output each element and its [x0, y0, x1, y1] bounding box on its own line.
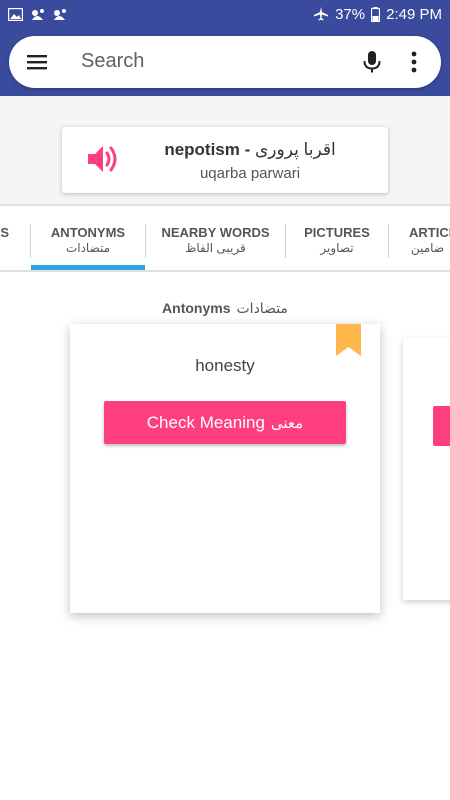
tab-synonyms[interactable]: S — [0, 206, 30, 270]
tab-label-urdu: تصاویر — [320, 241, 354, 255]
tab-indicator — [31, 265, 145, 270]
word-separator: - — [239, 140, 255, 159]
tab-bar: S ANTONYMS متضادات NEARBY WORDS قریبی ال… — [0, 204, 450, 272]
more-vert-icon[interactable] — [409, 50, 419, 74]
section-title-en: Antonyms — [162, 300, 231, 316]
clock: 2:49 PM — [386, 5, 442, 23]
mic-icon[interactable] — [359, 49, 385, 75]
app-notification-icon — [54, 8, 66, 20]
battery-icon — [371, 6, 381, 22]
system-status: 37% 2:49 PM — [313, 6, 442, 23]
search-input[interactable]: Search — [81, 50, 144, 73]
check-meaning-label-urdu: معنی — [270, 414, 304, 432]
bookmark-icon[interactable] — [336, 324, 361, 356]
word-romanization: uqarba parwari — [199, 165, 301, 182]
antonym-card: honesty Check Meaning معنی — [70, 324, 380, 613]
antonym-word: honesty — [195, 356, 255, 375]
tab-antonyms[interactable]: ANTONYMS متضادات — [31, 206, 145, 270]
tab-label: PICTURES — [304, 225, 370, 240]
battery-percent: 37% — [335, 5, 366, 23]
word-header-section: nepotism - اقربا پروری uqarba parwari — [0, 96, 450, 204]
status-bar: 37% 2:49 PM — [0, 0, 450, 28]
word-title: nepotism - اقربا پروری — [62, 140, 388, 160]
tab-label-urdu: ضامین — [411, 241, 445, 255]
section-title: Antonyms متضادات — [0, 300, 450, 317]
tab-label: ANTONYMS — [50, 225, 126, 240]
app-bar: Search — [0, 28, 450, 96]
word-card: nepotism - اقربا پروری uqarba parwari — [62, 127, 388, 193]
check-meaning-button[interactable]: Check Meaning معنی — [104, 401, 346, 444]
word-english: nepotism — [164, 140, 240, 159]
tab-label-urdu: متضادات — [65, 241, 111, 255]
tab-label: NEARBY WORDS — [161, 225, 270, 240]
next-antonym-card[interactable] — [403, 338, 450, 600]
tab-label-urdu: قریبی الفاظ — [185, 241, 246, 255]
word-urdu: اقربا پروری — [254, 140, 336, 159]
tab-label: ARTICL — [409, 225, 450, 240]
app-notification-icon — [32, 8, 44, 20]
tab-nearby-words[interactable]: NEARBY WORDS قریبی الفاظ — [146, 206, 285, 270]
search-bar[interactable]: Search — [9, 36, 441, 88]
check-meaning-label: Check Meaning — [146, 412, 265, 432]
tab-pictures[interactable]: PICTURES تصاویر — [286, 206, 388, 270]
tab-articles[interactable]: ARTICL ضامین — [389, 206, 450, 270]
tab-label: S — [0, 225, 9, 240]
menu-icon[interactable] — [27, 53, 47, 71]
check-meaning-button-peek[interactable] — [433, 406, 450, 446]
airplane-mode-icon — [314, 7, 329, 21]
notification-icons — [8, 7, 67, 21]
image-icon — [8, 7, 23, 21]
section-title-urdu: متضادات — [236, 300, 288, 316]
